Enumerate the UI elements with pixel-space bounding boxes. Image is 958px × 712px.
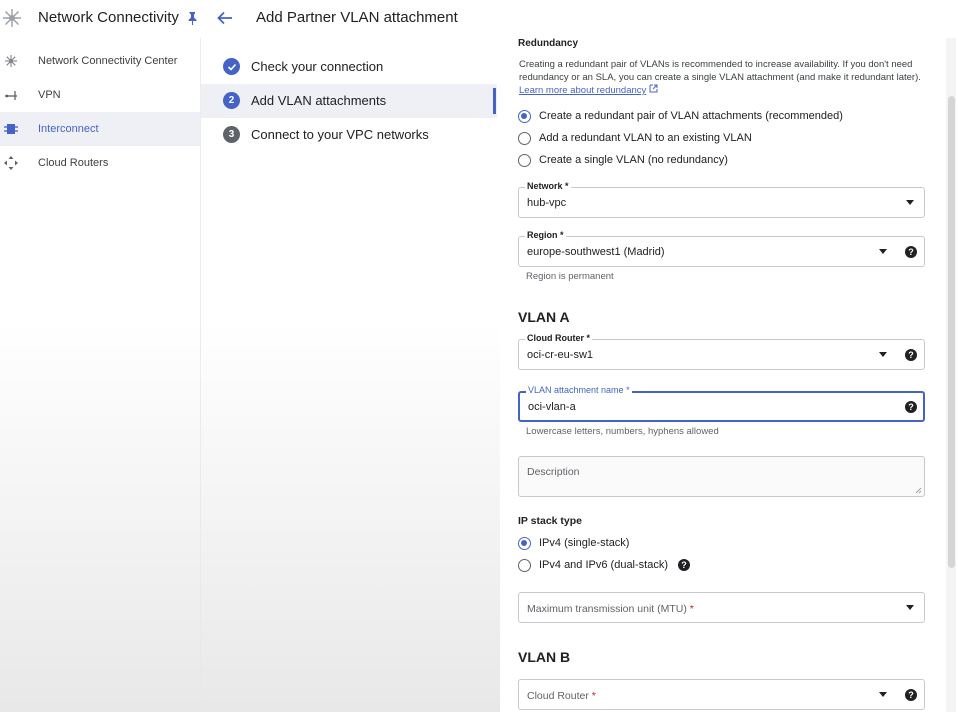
dropdown-arrow-icon: [906, 200, 914, 205]
pin-icon[interactable]: [186, 11, 198, 25]
back-arrow-icon[interactable]: [216, 9, 234, 27]
step-label: Add VLAN attachments: [251, 93, 387, 108]
vlan-a-attachment-name-input[interactable]: VLAN attachment name * oci-vlan-a ?: [518, 385, 925, 422]
radio-label: IPv4 and IPv6 (dual-stack): [539, 559, 669, 571]
scrollbar-thumb[interactable]: [948, 96, 955, 568]
step-connect-vpc[interactable]: 3 Connect to your VPC networks: [201, 118, 497, 152]
attachment-name-hint: Lowercase letters, numbers, hyphens allo…: [526, 426, 719, 437]
page-title: Add Partner VLAN attachment: [256, 9, 458, 26]
dropdown-arrow-icon: [906, 605, 914, 610]
nav-item-vpn[interactable]: VPN: [0, 78, 200, 112]
vlan-form: Redundancy Creating a redundant pair of …: [508, 38, 938, 712]
radio-label: Create a redundant pair of VLAN attachme…: [539, 110, 843, 122]
nav-label: Cloud Routers: [38, 157, 109, 169]
nav-label: VPN: [38, 89, 61, 101]
nav-item-cloud-routers[interactable]: Cloud Routers: [0, 146, 200, 180]
mtu-placeholder: Maximum transmission unit (MTU) *: [527, 603, 694, 615]
nav-item-ncc[interactable]: Network Connectivity Center: [0, 44, 200, 78]
radio-dual-stack[interactable]: IPv4 and IPv6 (dual-stack) ?: [518, 557, 691, 573]
help-icon[interactable]: ?: [905, 689, 917, 701]
radio-label: IPv4 (single-stack): [539, 537, 630, 549]
vpn-icon: [5, 91, 17, 100]
resize-grip-icon[interactable]: [915, 487, 922, 494]
step-add-vlan-attachments[interactable]: 2 Add VLAN attachments: [201, 84, 497, 118]
region-value: europe-southwest1 (Madrid): [527, 246, 665, 258]
region-select[interactable]: Region * europe-southwest1 (Madrid) ?: [518, 230, 925, 267]
help-icon[interactable]: ?: [678, 559, 691, 571]
radio-button[interactable]: [518, 536, 531, 550]
region-hint: Region is permanent: [526, 271, 614, 282]
network-select[interactable]: Network * hub-vpc: [518, 181, 925, 218]
nav-item-interconnect[interactable]: Interconnect: [0, 112, 200, 146]
vlan-a-heading: VLAN A: [518, 309, 570, 325]
radio-button[interactable]: [518, 131, 531, 145]
radio-single-vlan[interactable]: Create a single VLAN (no redundancy): [518, 152, 728, 168]
redundancy-info: Creating a redundant pair of VLANs is re…: [519, 58, 931, 97]
network-value: hub-vpc: [527, 197, 567, 209]
interconnect-icon: [4, 124, 18, 134]
step-number-badge: 2: [223, 92, 240, 109]
step-number-badge: 3: [223, 126, 240, 143]
cloud-router-placeholder: Cloud Router *: [527, 690, 596, 702]
dropdown-arrow-icon: [879, 692, 887, 697]
nav-label: Interconnect: [38, 123, 99, 135]
external-link-icon: [649, 84, 658, 93]
dropdown-arrow-icon: [879, 249, 887, 254]
check-circle-icon: [223, 58, 240, 75]
vlan-a-description-textarea[interactable]: Description: [518, 456, 925, 497]
cloud-router-label: Cloud Router *: [525, 333, 593, 343]
learn-more-link[interactable]: Learn more about redundancy: [519, 85, 646, 96]
network-label: Network *: [525, 181, 571, 191]
attachment-name-value: oci-vlan-a: [528, 401, 576, 413]
help-icon[interactable]: ?: [905, 349, 917, 361]
active-step-indicator: [493, 88, 496, 114]
hub-icon: [5, 55, 17, 67]
radio-redundant-pair[interactable]: Create a redundant pair of VLAN attachme…: [518, 108, 843, 124]
help-icon[interactable]: ?: [905, 246, 917, 258]
dropdown-arrow-icon: [879, 352, 887, 357]
radio-button[interactable]: [518, 558, 531, 572]
radio-ipv4[interactable]: IPv4 (single-stack): [518, 535, 629, 551]
nav-label: Network Connectivity Center: [38, 55, 178, 67]
ip-stack-heading: IP stack type: [518, 515, 583, 527]
redundancy-info-text: Creating a redundant pair of VLANs is re…: [519, 59, 921, 83]
radio-button[interactable]: [518, 109, 531, 123]
redundancy-heading: Redundancy: [518, 38, 579, 49]
step-check-connection[interactable]: Check your connection: [201, 50, 497, 84]
radio-label: Create a single VLAN (no redundancy): [539, 154, 728, 166]
region-label: Region *: [525, 230, 566, 240]
left-nav: Network Connectivity Center VPN Intercon…: [0, 44, 200, 712]
description-placeholder: Description: [527, 466, 580, 478]
stepper: Check your connection 2 Add VLAN attachm…: [201, 50, 497, 152]
router-icon: [4, 156, 18, 170]
vlan-b-heading: VLAN B: [518, 649, 571, 665]
network-connectivity-icon: [3, 9, 21, 27]
step-label: Check your connection: [251, 59, 384, 74]
top-bar: Network Connectivity Add Partner VLAN at…: [0, 0, 958, 38]
cloud-router-value: oci-cr-eu-sw1: [527, 349, 594, 361]
attachment-name-label: VLAN attachment name *: [526, 385, 632, 395]
vlan-b-cloud-router-select[interactable]: Cloud Router * ?: [518, 679, 925, 710]
radio-add-redundant[interactable]: Add a redundant VLAN to an existing VLAN: [518, 130, 752, 146]
radio-button[interactable]: [518, 153, 531, 167]
radio-label: Add a redundant VLAN to an existing VLAN: [539, 132, 752, 144]
product-title: Network Connectivity: [38, 9, 179, 26]
vlan-a-cloud-router-select[interactable]: Cloud Router * oci-cr-eu-sw1 ?: [518, 333, 925, 370]
help-icon[interactable]: ?: [905, 401, 917, 413]
step-label: Connect to your VPC networks: [251, 127, 429, 142]
vlan-a-mtu-select[interactable]: Maximum transmission unit (MTU) *: [518, 592, 925, 623]
